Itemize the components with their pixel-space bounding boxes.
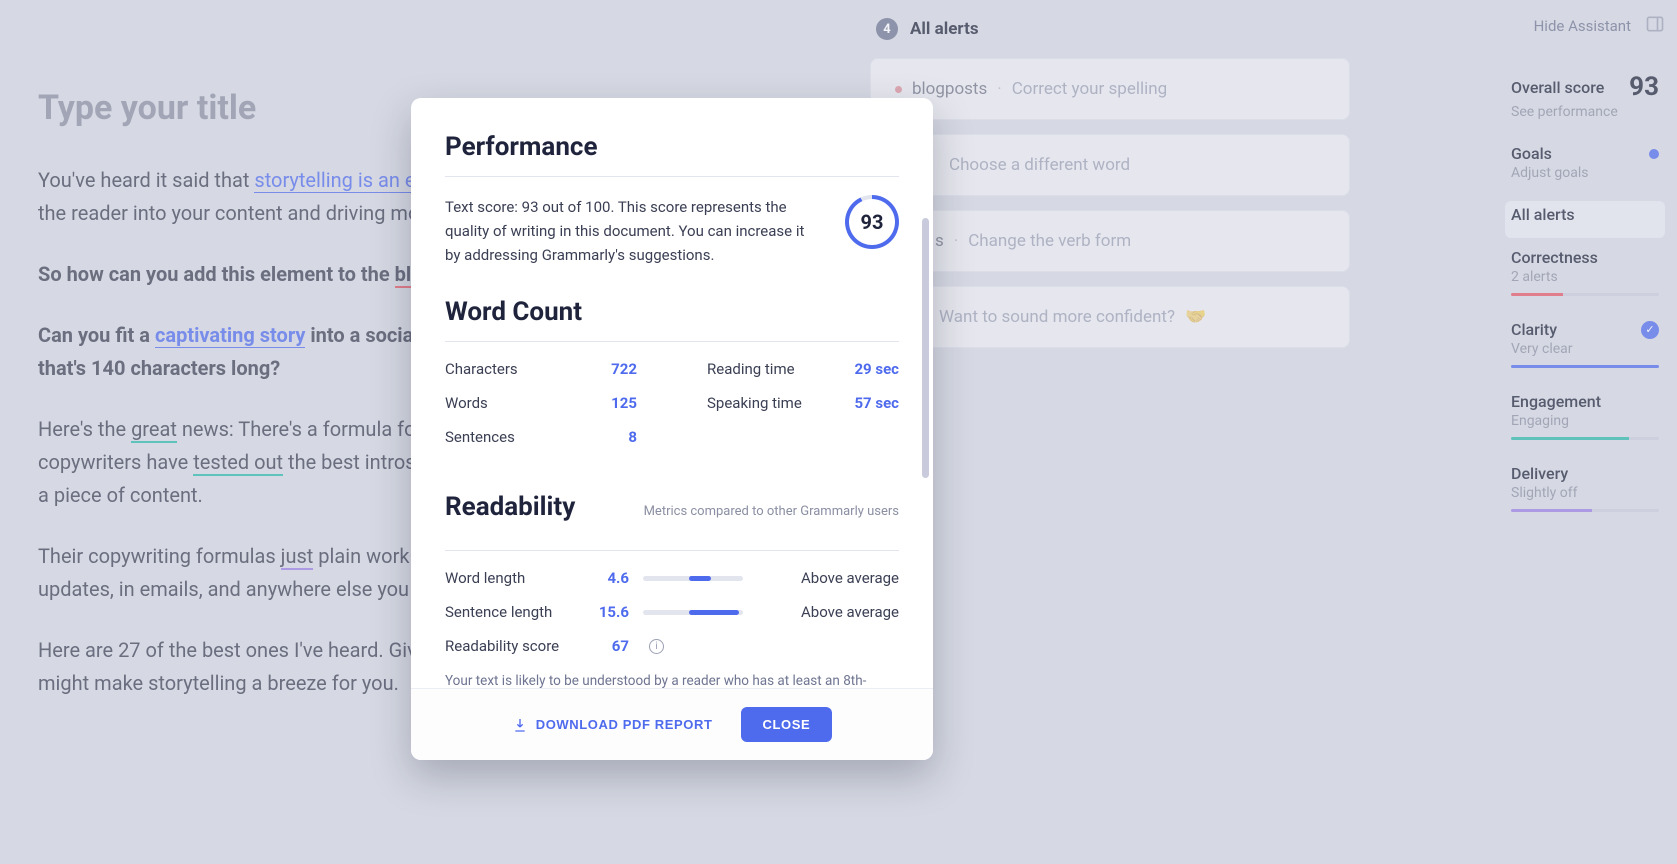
performance-description: Text score: 93 out of 100. This score re… — [445, 195, 819, 267]
divider — [445, 176, 899, 177]
wc-words-value: 125 — [611, 394, 637, 412]
readability-explain: Your text is likely to be understood by … — [445, 671, 899, 688]
wc-characters-value: 722 — [611, 360, 637, 378]
readability-heading: Readability — [445, 492, 575, 522]
rd-word-length-label: Word length — [445, 569, 575, 587]
scrollbar-thumb[interactable] — [922, 218, 929, 478]
readability-sub: Metrics compared to other Grammarly user… — [644, 504, 899, 519]
rd-score-label: Readability score — [445, 637, 575, 655]
score-circle: 93 — [845, 195, 899, 249]
wc-sentences-label: Sentences — [445, 428, 515, 446]
wc-sentences-value: 8 — [628, 428, 637, 446]
word-count-heading: Word Count — [445, 297, 899, 327]
rd-word-length-value: 4.6 — [589, 569, 629, 587]
wc-speaking-value: 57 sec — [854, 394, 899, 412]
download-icon — [512, 717, 528, 733]
close-button[interactable]: CLOSE — [741, 707, 833, 742]
rd-score-value: 67 — [589, 637, 629, 655]
score-value: 93 — [861, 210, 884, 234]
divider — [445, 550, 899, 551]
wc-words-label: Words — [445, 394, 488, 412]
wc-characters-label: Characters — [445, 360, 518, 378]
modal-footer: DOWNLOAD PDF REPORT CLOSE — [411, 688, 933, 760]
rd-sentence-length-bar — [643, 610, 743, 615]
rd-sentence-length-desc: Above average — [757, 603, 899, 621]
divider — [445, 341, 899, 342]
rd-sentence-length-value: 15.6 — [589, 603, 629, 621]
wc-speaking-label: Speaking time — [707, 394, 802, 412]
info-icon[interactable]: i — [649, 639, 664, 654]
performance-heading: Performance — [445, 132, 899, 162]
rd-word-length-bar — [643, 576, 743, 581]
download-pdf-button[interactable]: DOWNLOAD PDF REPORT — [512, 717, 713, 733]
wc-reading-label: Reading time — [707, 360, 795, 378]
performance-modal: Performance Text score: 93 out of 100. T… — [411, 98, 933, 760]
wc-reading-value: 29 sec — [854, 360, 899, 378]
rd-word-length-desc: Above average — [757, 569, 899, 587]
rd-sentence-length-label: Sentence length — [445, 603, 575, 621]
